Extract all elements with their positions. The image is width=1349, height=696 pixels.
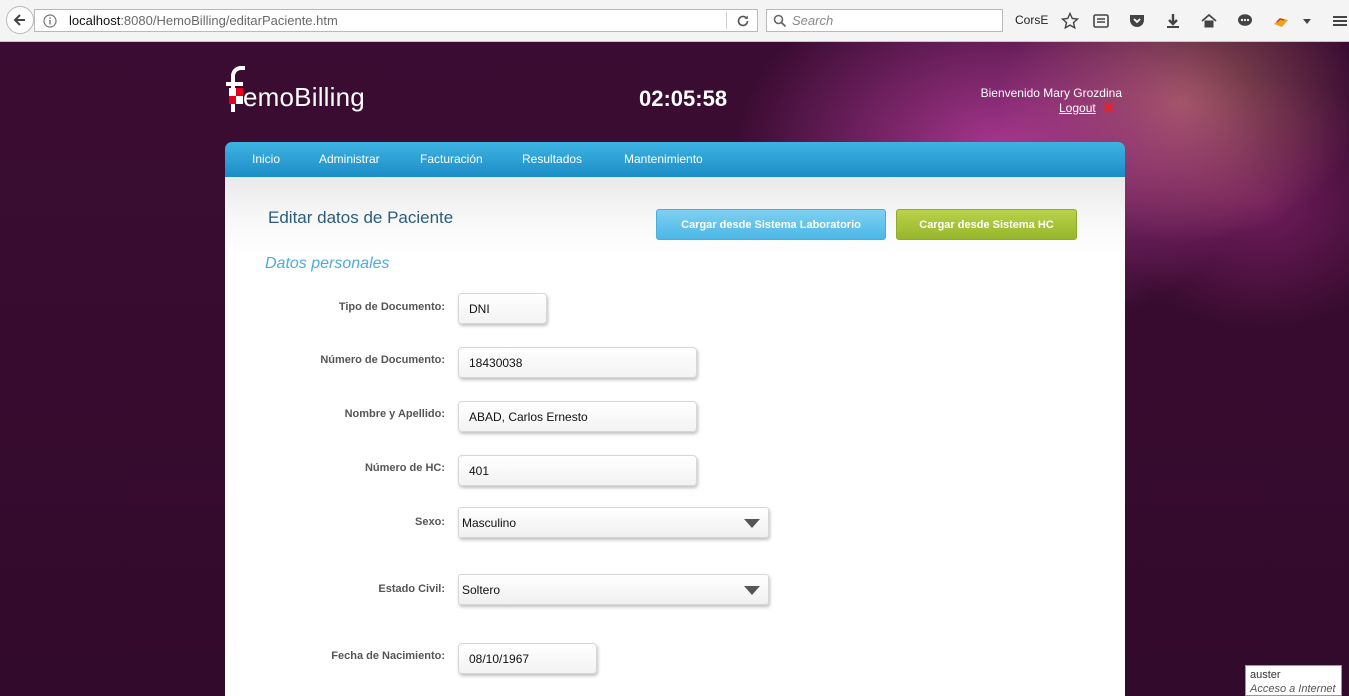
nav-item-inicio[interactable]: Inicio xyxy=(252,152,280,166)
home-icon[interactable] xyxy=(1200,12,1218,30)
marital-status-select[interactable]: Soltero xyxy=(458,574,769,605)
reload-icon[interactable] xyxy=(736,14,750,28)
main-nav: Inicio Administrar Facturación Resultado… xyxy=(225,142,1125,177)
marital-status-selected-value: Soltero xyxy=(462,583,501,597)
status-line-2: Acceso a Internet xyxy=(1250,683,1336,695)
addon-icon[interactable] xyxy=(1272,12,1290,30)
search-icon xyxy=(773,14,787,28)
reading-list-icon[interactable] xyxy=(1092,12,1110,30)
sex-label: Sexo: xyxy=(415,516,445,528)
document-number-field[interactable]: 18430038 xyxy=(458,347,697,378)
url-path: :8080/HemoBilling/editarPaciente.htm xyxy=(120,13,338,28)
sex-selected-value: Masculino xyxy=(462,516,517,530)
full-name-label: Nombre y Apellido: xyxy=(344,408,445,420)
download-icon[interactable] xyxy=(1164,12,1182,30)
birth-date-field[interactable]: 08/10/1967 xyxy=(458,643,597,674)
birth-date-label: Fecha de Nacimiento: xyxy=(331,650,445,662)
arrow-left-icon xyxy=(13,14,25,26)
url-text: localhost:8080/HemoBilling/editarPacient… xyxy=(69,10,338,31)
document-type-label: Tipo de Documento: xyxy=(338,301,445,313)
status-line-1: auster xyxy=(1250,669,1281,681)
load-from-lab-button[interactable]: Cargar desde Sistema Laboratorio xyxy=(656,209,886,240)
menu-icon[interactable] xyxy=(1331,12,1349,30)
info-icon[interactable] xyxy=(43,14,57,28)
close-icon[interactable] xyxy=(1102,101,1115,114)
marital-status-label: Estado Civil: xyxy=(378,583,445,595)
url-host: localhost xyxy=(69,13,121,28)
hc-number-label: Número de HC: xyxy=(364,462,445,474)
section-title: Datos personales xyxy=(265,255,390,272)
pocket-icon[interactable] xyxy=(1128,12,1146,30)
app-logo-text: emoBilling xyxy=(243,82,365,112)
load-from-hc-button[interactable]: Cargar desde Sistema HC xyxy=(896,209,1077,240)
back-button[interactable] xyxy=(6,6,34,34)
nav-item-mantenimiento[interactable]: Mantenimiento xyxy=(624,152,703,166)
welcome-text: Bienvenido Mary Grozdina xyxy=(980,86,1122,100)
chevron-down-icon xyxy=(744,586,760,595)
document-type-field[interactable]: DNI xyxy=(458,293,547,324)
nav-item-resultados[interactable]: Resultados xyxy=(522,152,582,166)
logout-link[interactable]: Logout xyxy=(1059,101,1096,115)
bookmark-star-icon[interactable] xyxy=(1061,12,1079,30)
page-title: Editar datos de Paciente xyxy=(268,208,454,227)
search-placeholder: Search xyxy=(792,13,834,28)
nav-item-administrar[interactable]: Administrar xyxy=(319,152,380,166)
nav-item-facturacion[interactable]: Facturación xyxy=(420,152,483,166)
cors-toolbar-button[interactable]: CorsE xyxy=(1015,13,1048,27)
clock: 02:05:58 xyxy=(639,86,728,111)
url-divider xyxy=(726,12,727,29)
full-name-field[interactable]: ABAD, Carlos Ernesto xyxy=(458,401,697,432)
address-bar[interactable]: localhost:8080/HemoBilling/editarPacient… xyxy=(34,9,758,32)
document-number-label: Número de Documento: xyxy=(320,354,445,366)
chat-icon[interactable] xyxy=(1236,12,1254,30)
content-panel: Editar datos de Paciente Cargar desde Si… xyxy=(225,177,1125,696)
browser-toolbar: localhost:8080/HemoBilling/editarPacient… xyxy=(0,0,1349,42)
sex-select[interactable]: Masculino xyxy=(458,507,769,538)
status-tooltip: auster Acceso a Internet xyxy=(1245,665,1342,696)
search-input[interactable]: Search xyxy=(766,9,1003,32)
chevron-down-icon xyxy=(744,519,760,528)
hc-number-field[interactable]: 401 xyxy=(458,455,697,486)
chevron-down-icon[interactable] xyxy=(1298,12,1316,30)
